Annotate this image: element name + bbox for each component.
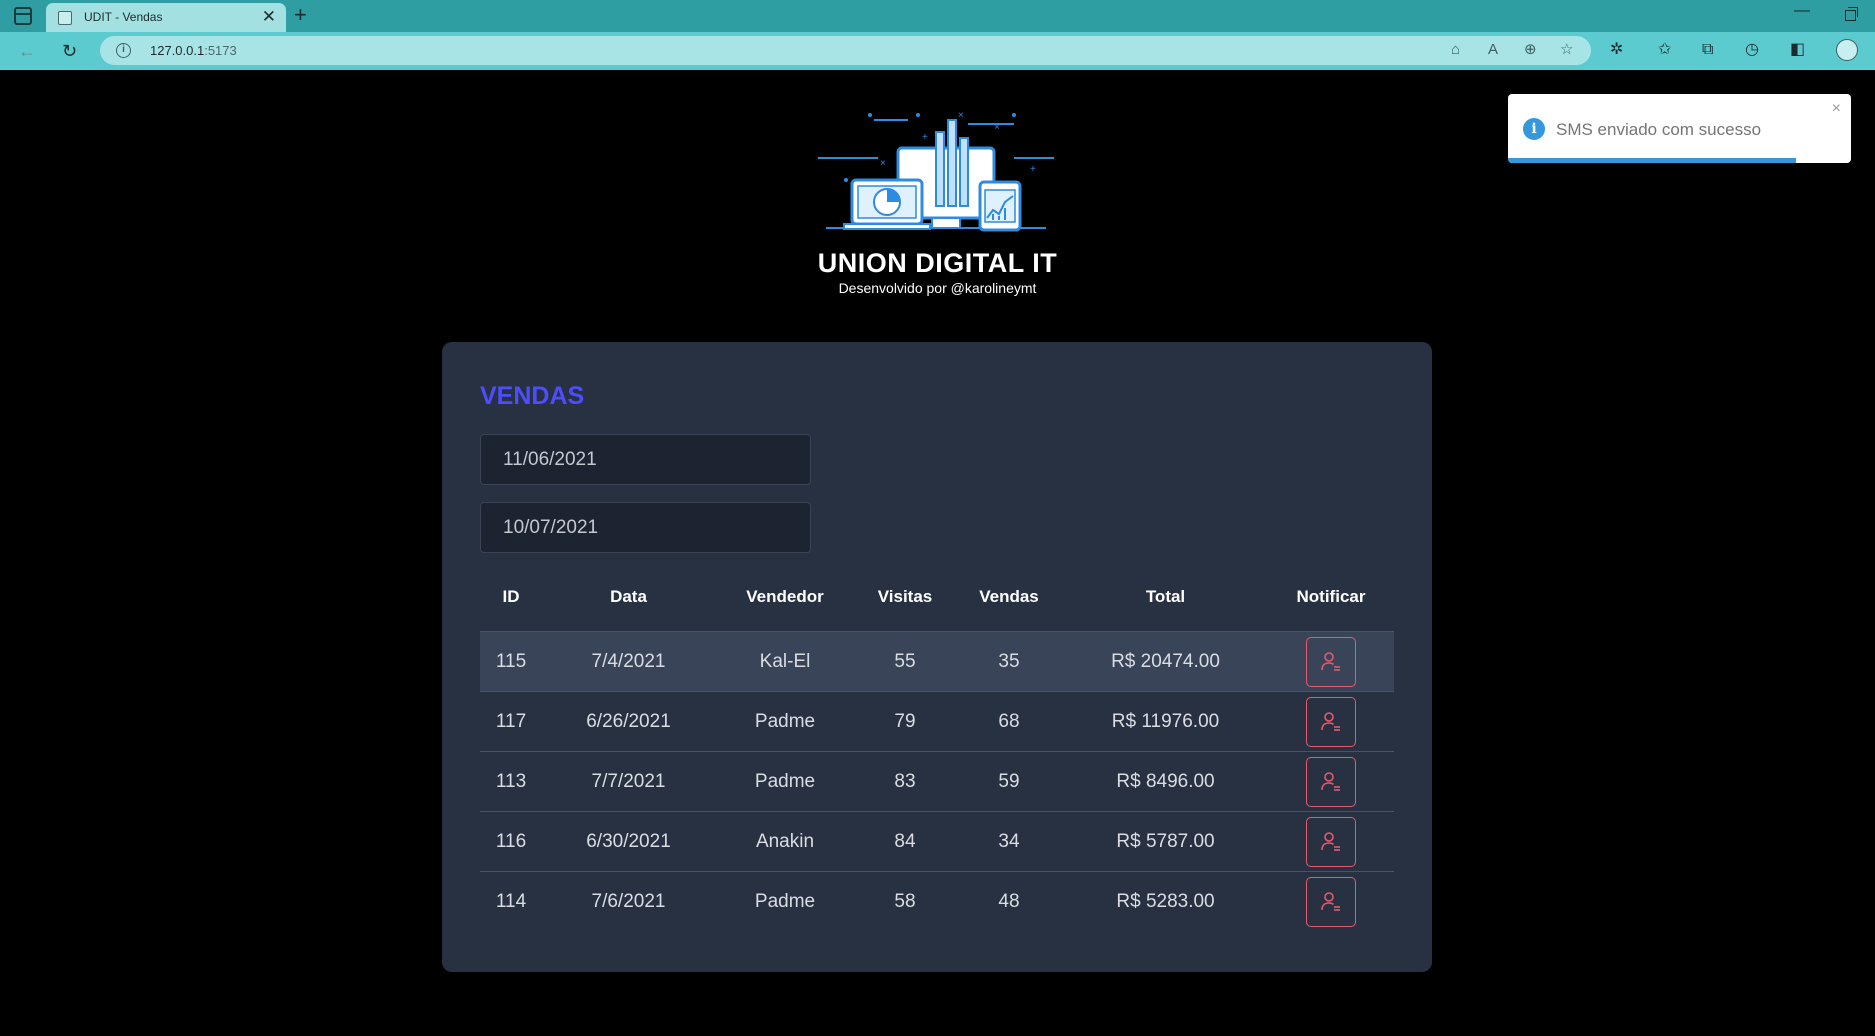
cell-date: 7/7/2021 — [591, 770, 666, 792]
cell-total: R$ 5283.00 — [1116, 891, 1215, 912]
extensions-icon[interactable]: ✲ — [1610, 40, 1623, 60]
max-date-input[interactable] — [480, 502, 811, 553]
toast-progress-bar — [1508, 158, 1797, 163]
page-favicon-icon — [58, 11, 72, 25]
cell-total: R$ 8496.00 — [1116, 770, 1215, 792]
table-row: 117 6/26/2021 Padme 79 68 R$ 11976.00 — [480, 692, 1394, 752]
profile-avatar[interactable] — [1836, 39, 1858, 61]
cell-seller: Kal-El — [759, 650, 811, 672]
table-row: 114 7/6/2021 Padme 58 48 R$ 5283.00 — [480, 872, 1394, 932]
browser-toolbar: ← ↻ i 127.0.0.1:5173 ⌂ A ⊕ ☆ ✲ ✩ ⧉ ◷ ◧ — [0, 32, 1875, 70]
sales-title: VENDAS — [480, 382, 585, 410]
min-date-input[interactable] — [480, 434, 811, 485]
notify-button[interactable] — [1306, 696, 1356, 747]
site-info-icon[interactable]: i — [116, 43, 131, 58]
brand-subtitle: Desenvolvido por @karolineymt — [838, 280, 1037, 296]
sales-card: VENDAS ID Data Vendedor Visitas Vendas T… — [442, 342, 1432, 972]
cell-seller: Padme — [754, 710, 816, 732]
edge-bar-icon[interactable]: ◧ — [1790, 40, 1805, 60]
svg-text:×: × — [994, 122, 1000, 133]
favorites-icon[interactable]: ✩ — [1658, 40, 1671, 60]
page-content: × × × + + + UNION DIGITAL IT Desenvolvid… — [0, 70, 1875, 1036]
sales-table: ID Data Vendedor Visitas Vendas Total No… — [480, 562, 1394, 932]
svg-text:+: + — [1030, 164, 1036, 175]
url-text[interactable]: 127.0.0.1:5173 — [150, 43, 237, 58]
svg-text:+: + — [922, 132, 928, 143]
reload-icon[interactable]: ↻ — [62, 38, 77, 64]
column-header-id: ID — [502, 586, 520, 606]
cell-date: 7/6/2021 — [591, 891, 666, 912]
cell-deals: 68 — [998, 710, 1020, 732]
back-arrow-icon[interactable]: ← — [18, 38, 36, 64]
cell-deals: 48 — [998, 891, 1020, 912]
window-minimize-button[interactable]: — — [1794, 2, 1810, 20]
user-notify-icon — [1321, 651, 1340, 671]
column-header-visits: Visitas — [877, 586, 933, 606]
tab-title: UDIT - Vendas — [84, 10, 163, 24]
cell-deals: 35 — [998, 650, 1020, 672]
column-header-total: Total — [1145, 586, 1186, 606]
toast-close-icon[interactable]: × — [1832, 100, 1841, 118]
notify-button[interactable] — [1306, 756, 1356, 807]
window-restore-button[interactable] — [1845, 7, 1858, 21]
cell-date: 7/4/2021 — [591, 650, 666, 672]
cell-date: 6/26/2021 — [586, 710, 671, 732]
table-row: 113 7/7/2021 Padme 83 59 R$ 8496.00 — [480, 752, 1394, 812]
cell-seller: Padme — [754, 770, 816, 792]
cell-total: R$ 5787.00 — [1116, 830, 1215, 852]
svg-text:×: × — [958, 110, 964, 121]
cell-id: 117 — [495, 710, 527, 732]
browser-tab-bar: UDIT - Vendas ✕ + — — [0, 0, 1875, 32]
user-notify-icon — [1321, 892, 1340, 911]
tag-icon[interactable]: ⌂ — [1451, 41, 1460, 59]
history-icon[interactable]: ◷ — [1745, 40, 1759, 60]
column-header-date: Data — [610, 586, 647, 606]
table-row: 115 7/4/2021 Kal-El 55 35 R$ 20474.00 — [480, 632, 1394, 692]
tab-close-icon[interactable]: ✕ — [262, 7, 276, 27]
browser-tab-active[interactable]: UDIT - Vendas ✕ — [46, 3, 286, 32]
cell-id: 116 — [495, 830, 527, 852]
svg-text:×: × — [880, 158, 886, 169]
cell-deals: 34 — [998, 830, 1020, 852]
info-icon: i — [1523, 118, 1545, 140]
new-tab-button[interactable]: + — [294, 2, 307, 28]
column-header-notify: Notificar — [1296, 586, 1366, 606]
tab-actions-icon[interactable] — [14, 7, 32, 25]
address-bar[interactable]: i 127.0.0.1:5173 ⌂ A ⊕ ☆ — [100, 36, 1591, 65]
notify-button[interactable] — [1306, 636, 1356, 687]
cell-total: R$ 11976.00 — [1111, 710, 1220, 732]
notify-button[interactable] — [1306, 877, 1356, 927]
favorite-star-icon[interactable]: ☆ — [1560, 41, 1573, 59]
cell-deals: 59 — [998, 770, 1020, 792]
table-header: ID Data Vendedor Visitas Vendas Total No… — [480, 562, 1394, 632]
cell-id: 115 — [495, 650, 527, 672]
read-aloud-icon[interactable]: A — [1488, 41, 1498, 59]
cell-visits: 58 — [894, 891, 916, 912]
cell-visits: 84 — [894, 830, 916, 852]
table-row: 116 6/30/2021 Anakin 84 34 R$ 5787.00 — [480, 812, 1394, 872]
toast-message: SMS enviado com sucesso — [1556, 120, 1762, 139]
cell-visits: 83 — [894, 770, 916, 792]
cell-visits: 55 — [894, 650, 916, 672]
cell-total: R$ 20474.00 — [1111, 650, 1220, 672]
cell-visits: 79 — [894, 710, 916, 732]
column-header-deals: Vendas — [979, 586, 1039, 606]
analytics-devices-logo: × × × + + + — [818, 110, 1054, 232]
collections-icon[interactable]: ⧉ — [1702, 40, 1713, 60]
zoom-icon[interactable]: ⊕ — [1524, 41, 1537, 59]
column-header-seller: Vendedor — [746, 586, 824, 606]
brand-title: UNION DIGITAL IT — [817, 248, 1058, 278]
user-notify-icon — [1321, 771, 1340, 791]
user-notify-icon — [1321, 831, 1340, 851]
cell-seller: Anakin — [755, 830, 815, 852]
cell-date: 6/30/2021 — [586, 830, 671, 852]
user-notify-icon — [1321, 711, 1340, 731]
cell-id: 113 — [495, 770, 527, 792]
notify-button[interactable] — [1306, 816, 1356, 867]
sms-success-toast[interactable]: i SMS enviado com sucesso × — [1508, 94, 1851, 163]
cell-id: 114 — [495, 891, 527, 912]
cell-seller: Padme — [754, 891, 816, 912]
